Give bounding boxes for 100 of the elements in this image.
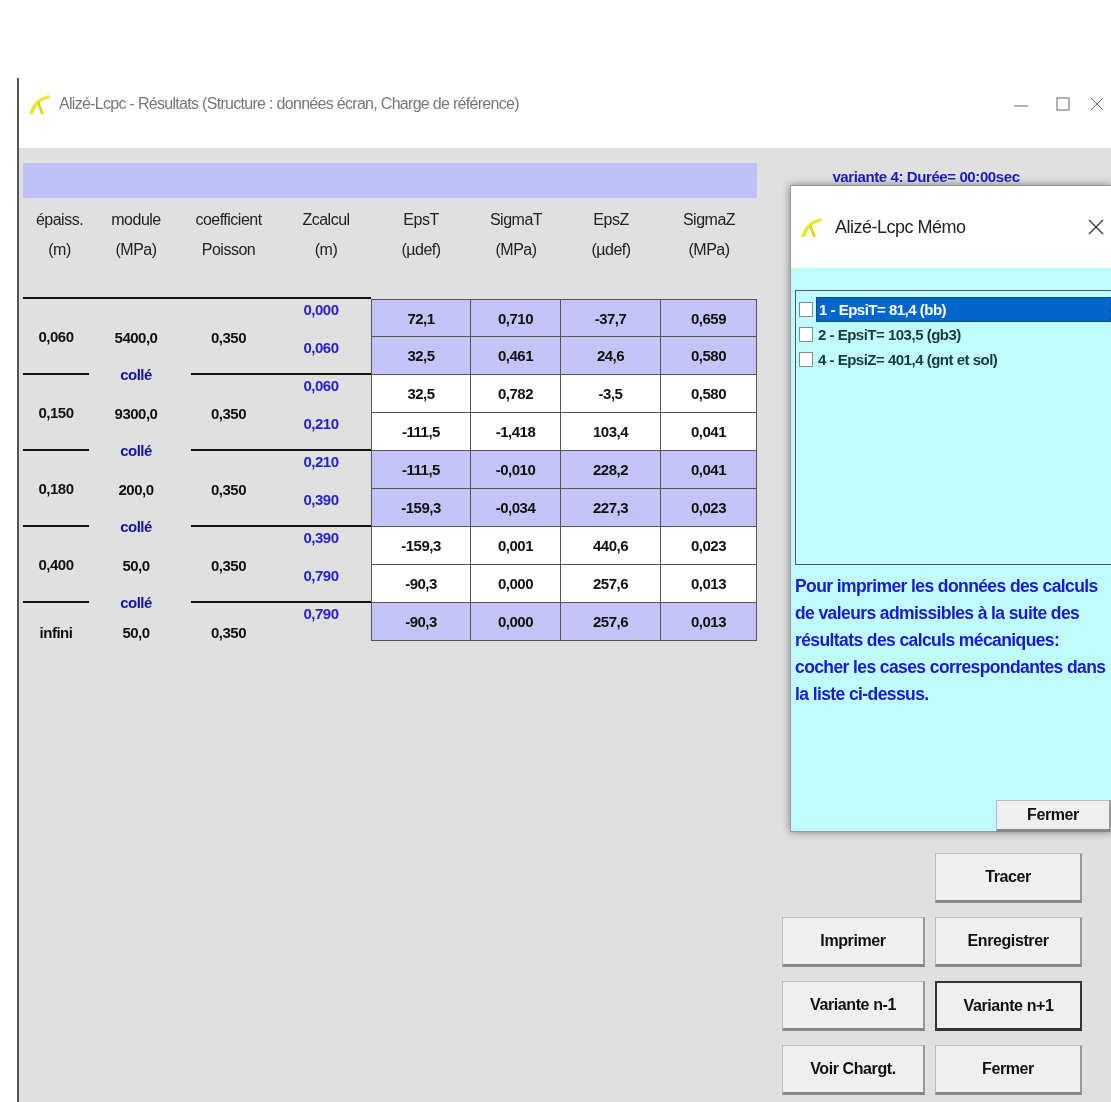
table-cell: -90,3 bbox=[371, 603, 471, 641]
table-cell: 0,710 bbox=[471, 299, 561, 337]
table-cell: 0,023 bbox=[661, 527, 757, 565]
table-cell: 0,659 bbox=[661, 299, 757, 337]
interface-label: collé bbox=[120, 366, 152, 384]
table-cell: 440,6 bbox=[561, 527, 661, 565]
table-cell-text: 0,060 bbox=[302, 376, 340, 396]
column-header: EpsZ bbox=[592, 210, 630, 230]
table-cell: 0,001 bbox=[471, 527, 561, 565]
column-header: SigmaZ bbox=[681, 210, 737, 230]
table-cell: -159,3 bbox=[371, 527, 471, 565]
list-item[interactable]: 4 - EpsiZ= 401,4 (gnt et sol) bbox=[816, 348, 1111, 371]
table-cell: 228,2 bbox=[561, 451, 661, 489]
table-cell: -0,010 bbox=[471, 451, 561, 489]
interface-label: collé bbox=[120, 518, 152, 536]
table-cell: 72,1 bbox=[371, 299, 471, 337]
table-cell: 0,400 bbox=[38, 555, 74, 573]
table-cell: 0,000 bbox=[471, 565, 561, 603]
action-button[interactable]: Imprimer bbox=[782, 917, 925, 967]
table-cell: 0,350 bbox=[210, 556, 246, 574]
action-button[interactable]: Variante n+1 bbox=[935, 981, 1082, 1031]
swoosh-icon bbox=[799, 215, 823, 239]
status-label: variante 4: Durée= 00:00sec bbox=[832, 168, 1020, 185]
action-button[interactable]: Voir Chargt. bbox=[782, 1045, 925, 1095]
table-cell-text: 0,210 bbox=[302, 414, 340, 434]
close-icon[interactable] bbox=[1087, 218, 1105, 236]
swoosh-icon bbox=[27, 92, 51, 116]
column-unit: (µdef) bbox=[400, 240, 442, 260]
table-cell: infini bbox=[39, 624, 73, 641]
table-cell-text: 0,000 bbox=[302, 300, 340, 320]
table-cell: 24,6 bbox=[561, 337, 661, 375]
table-cell: 200,0 bbox=[118, 480, 154, 498]
maximize-icon[interactable] bbox=[1055, 96, 1071, 112]
column-unit: (MPa) bbox=[114, 240, 158, 260]
column-unit: (MPa) bbox=[687, 240, 731, 260]
table-cell: 227,3 bbox=[561, 489, 661, 527]
list-item[interactable]: 1 - EpsiT= 81,4 (bb) bbox=[816, 297, 1111, 322]
table-cell: -111,5 bbox=[371, 451, 471, 489]
column-unit: (m) bbox=[47, 240, 72, 260]
action-button[interactable]: Enregistrer bbox=[935, 917, 1082, 967]
close-icon[interactable] bbox=[1089, 96, 1105, 112]
table-cell: -159,3 bbox=[371, 489, 471, 527]
column-unit: (µdef) bbox=[590, 240, 632, 260]
table-cell: 0,350 bbox=[210, 404, 246, 422]
list-item[interactable]: 2 - EpsiT= 103,5 (gb3) bbox=[816, 323, 1111, 346]
table-cell: 5400,0 bbox=[114, 328, 158, 346]
table-cell: 50,0 bbox=[122, 624, 150, 641]
column-header: EpsT bbox=[402, 210, 440, 230]
table-cell: -90,3 bbox=[371, 565, 471, 603]
table-cell: 0,350 bbox=[210, 624, 246, 641]
checkbox[interactable] bbox=[799, 302, 813, 317]
table-cell: -111,5 bbox=[371, 413, 471, 451]
table-cell-text: 0,060 bbox=[302, 338, 340, 358]
checkbox[interactable] bbox=[799, 352, 813, 367]
action-button[interactable]: Fermer bbox=[935, 1045, 1082, 1095]
window-title: Alizé-Lcpc - Résultats (Structure : données écran, Charge de référence) bbox=[59, 94, 519, 114]
table-cell: 257,6 bbox=[561, 565, 661, 603]
table-cell: 0,013 bbox=[661, 603, 757, 641]
table-cell: 0,782 bbox=[471, 375, 561, 413]
table-cell: 0,000 bbox=[471, 603, 561, 641]
table-cell: 0,580 bbox=[661, 337, 757, 375]
table-cell: -0,034 bbox=[471, 489, 561, 527]
table-cell: 103,4 bbox=[561, 413, 661, 451]
table-cell-text: 0,390 bbox=[302, 490, 340, 510]
dialog-title: Alizé-Lcpc Mémo bbox=[835, 216, 966, 238]
table-cell: 0,180 bbox=[38, 479, 74, 497]
checkbox[interactable] bbox=[799, 327, 813, 342]
column-header: épaiss. bbox=[34, 210, 85, 230]
table-cell: 9300,0 bbox=[114, 404, 158, 422]
table-cell: 0,023 bbox=[661, 489, 757, 527]
table-cell: 0,041 bbox=[661, 451, 757, 489]
table-cell: 0,060 bbox=[38, 327, 74, 345]
instruction-text: Pour imprimer les données des calculs de valeurs admissibles à la suite des résultats des calculs mécaniques: cocher les cases correspondantes dans la liste ci-dessus. bbox=[795, 575, 1107, 706]
interface-label: collé bbox=[120, 594, 152, 612]
table-cell: 0,580 bbox=[661, 375, 757, 413]
table-cell: 32,5 bbox=[371, 375, 471, 413]
table-cell-text: 0,790 bbox=[302, 566, 340, 586]
column-header: SigmaT bbox=[488, 210, 544, 230]
column-unit: (m) bbox=[313, 240, 339, 260]
table-cell: 0,350 bbox=[210, 480, 246, 498]
column-unit: (MPa) bbox=[494, 240, 538, 260]
table-cell: -3,5 bbox=[561, 375, 661, 413]
table-cell-text: 0,390 bbox=[302, 528, 340, 548]
table-cell-text: 0,790 bbox=[302, 604, 340, 624]
interface-label: collé bbox=[120, 442, 152, 460]
table-cell: 0,461 bbox=[471, 337, 561, 375]
table-cell: 257,6 bbox=[561, 603, 661, 641]
action-button[interactable]: Variante n-1 bbox=[782, 981, 925, 1031]
table-cell: 50,0 bbox=[122, 556, 150, 574]
table-cell: 0,041 bbox=[661, 413, 757, 451]
action-button[interactable]: Tracer bbox=[935, 853, 1082, 903]
table-cell: -37,7 bbox=[561, 299, 661, 337]
table-cell: 0,350 bbox=[210, 328, 246, 346]
table-cell: 0,150 bbox=[38, 403, 74, 421]
column-header: module bbox=[110, 210, 162, 230]
column-header: coefficient bbox=[194, 210, 263, 230]
column-header: Zcalcul bbox=[301, 210, 351, 230]
close-button[interactable]: Fermer bbox=[996, 800, 1111, 832]
table-cell: -1,418 bbox=[471, 413, 561, 451]
table-cell: 32,5 bbox=[371, 337, 471, 375]
